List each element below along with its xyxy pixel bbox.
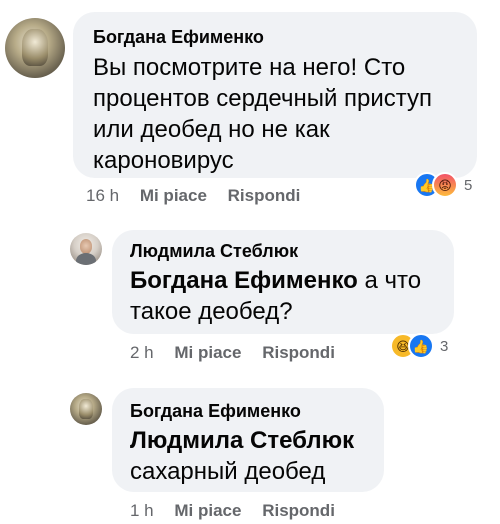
mention-link[interactable]: Людмила Стеблюк — [130, 425, 366, 456]
comment-text: Вы посмотрите на него! Сто процентов сер… — [93, 54, 433, 174]
comment-bubble: Богдана Ефименко Вы посмотрите на него! … — [73, 12, 477, 178]
reaction-summary[interactable]: 😆 👍 3 — [390, 333, 448, 359]
comment-bubble: Богдана Ефименко Людмила Стеблюк сахарны… — [112, 388, 384, 492]
like-button[interactable]: Mi piace — [174, 501, 241, 520]
avatar[interactable] — [70, 393, 102, 425]
comment-text: Людмила Стеблюк сахарный деобед — [130, 425, 366, 487]
comment-author[interactable]: Людмила Стеблюк — [130, 240, 436, 262]
reply-button[interactable]: Rispondi — [262, 501, 335, 520]
comment-author[interactable]: Богдана Ефименко — [130, 400, 366, 422]
mention-link[interactable]: Богдана Ефименко — [130, 267, 358, 294]
comment-author[interactable]: Богдана Ефименко — [93, 26, 457, 48]
avatar-face — [79, 239, 93, 254]
avatar[interactable] — [5, 18, 65, 78]
comment-body: сахарный деобед — [130, 458, 326, 485]
avatar-image — [21, 28, 49, 66]
angry-reaction-icon: 😡 — [432, 172, 458, 198]
comment-time[interactable]: 16 h — [86, 186, 119, 205]
reply-button[interactable]: Rispondi — [228, 186, 301, 205]
reaction-summary[interactable]: 👍 😡 5 — [414, 172, 472, 198]
like-button[interactable]: Mi piace — [174, 343, 241, 362]
comment-text: Богдана Ефименко а что такое деобед? — [130, 265, 436, 327]
comment-time[interactable]: 2 h — [130, 343, 154, 362]
comment-meta: 2 h Mi piace Rispondi — [130, 343, 351, 363]
avatar-image — [78, 398, 94, 419]
reaction-count: 3 — [440, 337, 449, 355]
comment-time[interactable]: 1 h — [130, 501, 154, 520]
like-reaction-icon: 👍 — [408, 333, 434, 359]
reaction-count: 5 — [464, 176, 473, 194]
reply-button[interactable]: Rispondi — [262, 343, 335, 362]
comment-meta: 1 h Mi piace Rispondi — [130, 501, 351, 521]
avatar[interactable] — [70, 233, 102, 265]
comment-meta: 16 h Mi piace Rispondi — [86, 186, 316, 206]
like-button[interactable]: Mi piace — [140, 186, 207, 205]
avatar-body — [75, 252, 97, 265]
comment-bubble: Людмила Стеблюк Богдана Ефименко а что т… — [112, 230, 454, 334]
